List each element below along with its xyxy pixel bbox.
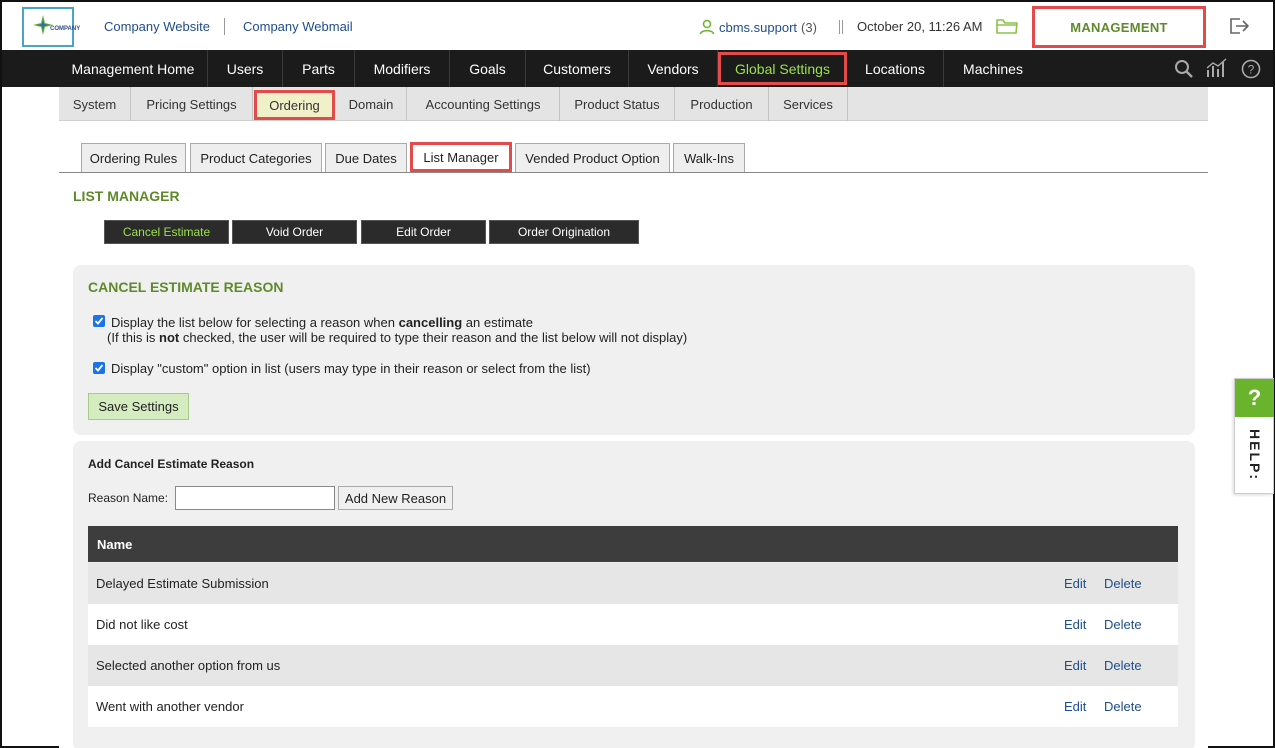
table-header-name: Name	[88, 526, 1178, 562]
nav-parts[interactable]: Parts	[283, 50, 355, 87]
option1-text-end: an estimate	[462, 315, 533, 330]
list-manager-title: LIST MANAGER	[73, 188, 180, 204]
save-settings-button[interactable]: Save Settings	[88, 393, 189, 420]
header-divider	[839, 20, 843, 34]
delete-link[interactable]: Delete	[1104, 658, 1142, 673]
tab-product-categories[interactable]: Product Categories	[190, 143, 322, 172]
nav-users[interactable]: Users	[208, 50, 283, 87]
main-navigation: Management Home Users Parts Modifiers Go…	[2, 50, 1273, 87]
nav-management-home[interactable]: Management Home	[59, 50, 208, 87]
add-reason-title: Add Cancel Estimate Reason	[88, 457, 255, 471]
main-content: Ordering Rules Product Categories Due Da…	[59, 121, 1208, 748]
subnav-production[interactable]: Production	[675, 87, 769, 121]
nav-locations[interactable]: Locations	[847, 50, 944, 87]
logout-icon[interactable]	[1228, 16, 1250, 36]
checkmark-icon	[94, 317, 104, 325]
company-website-link[interactable]: Company Website	[104, 19, 210, 34]
management-button[interactable]: MANAGEMENT	[1032, 6, 1206, 48]
subnav-accounting-settings[interactable]: Accounting Settings	[407, 87, 560, 121]
subnav-system[interactable]: System	[59, 87, 131, 121]
custom-option-label: Display "custom" option in list (users m…	[111, 361, 591, 376]
folder-icon[interactable]	[996, 17, 1018, 35]
add-reason-panel: Add Cancel Estimate Reason Reason Name: …	[73, 441, 1195, 748]
user-icon	[699, 19, 715, 35]
help-question-icon: ?	[1235, 379, 1274, 417]
checkmark-icon	[94, 364, 104, 372]
help-label: HELP:	[1247, 429, 1263, 481]
logo-star-icon	[33, 15, 53, 35]
reason-name: Went with another vendor	[96, 699, 244, 714]
edit-link[interactable]: Edit	[1064, 617, 1086, 632]
note-text: (If this is	[107, 330, 160, 345]
user-count: (3)	[801, 19, 817, 35]
cancel-estimate-reason-panel: CANCEL ESTIMATE REASON Display the list …	[73, 265, 1195, 435]
tab-due-dates[interactable]: Due Dates	[325, 143, 407, 172]
nav-customers[interactable]: Customers	[526, 50, 629, 87]
sub-navigation: System Pricing Settings Ordering Domain …	[59, 87, 1208, 121]
edit-order-button[interactable]: Edit Order	[361, 220, 486, 244]
logo-text: COMPANY	[50, 26, 81, 32]
subnav-pricing-settings[interactable]: Pricing Settings	[131, 87, 253, 121]
datetime: October 20, 11:26 AM	[857, 19, 983, 34]
username: cbms.support	[719, 19, 798, 35]
search-icon[interactable]	[1174, 59, 1194, 79]
delete-link[interactable]: Delete	[1104, 617, 1142, 632]
nav-goals[interactable]: Goals	[450, 50, 526, 87]
edit-link[interactable]: Edit	[1064, 699, 1086, 714]
subnav-services[interactable]: Services	[769, 87, 848, 121]
reason-name: Delayed Estimate Submission	[96, 576, 269, 591]
table-row: Selected another option from us Edit Del…	[88, 645, 1178, 686]
void-order-button[interactable]: Void Order	[232, 220, 357, 244]
delete-link[interactable]: Delete	[1104, 576, 1142, 591]
company-webmail-link[interactable]: Company Webmail	[243, 19, 353, 34]
note-text-end: checked, the user will be required to ty…	[179, 330, 688, 345]
reason-name: Selected another option from us	[96, 658, 281, 673]
svg-text:?: ?	[1248, 63, 1255, 77]
top-header: COMPANY Company Website Company Webmail …	[2, 2, 1273, 50]
analytics-icon[interactable]	[1206, 58, 1228, 78]
display-list-note: (If this is not checked, the user will b…	[107, 330, 687, 345]
tab-walk-ins[interactable]: Walk-Ins	[673, 143, 745, 172]
order-origination-button[interactable]: Order Origination	[489, 220, 639, 244]
company-logo[interactable]: COMPANY	[22, 7, 80, 47]
tab-vended-product-option[interactable]: Vended Product Option	[515, 143, 670, 172]
panel-title: CANCEL ESTIMATE REASON	[88, 279, 284, 295]
option1-bold: cancelling	[398, 315, 463, 330]
subnav-ordering[interactable]: Ordering	[254, 90, 335, 120]
display-list-checkbox[interactable]	[93, 315, 105, 327]
option1-text: Display the list below for selecting a r…	[111, 315, 399, 330]
subnav-domain[interactable]: Domain	[336, 87, 407, 121]
ordering-tabs: Ordering Rules Product Categories Due Da…	[59, 142, 1208, 173]
reason-name: Did not like cost	[96, 617, 188, 632]
display-list-label: Display the list below for selecting a r…	[111, 315, 533, 330]
subnav-product-status[interactable]: Product Status	[560, 87, 675, 121]
nav-modifiers[interactable]: Modifiers	[355, 50, 450, 87]
nav-global-settings[interactable]: Global Settings	[718, 52, 847, 85]
tab-ordering-rules[interactable]: Ordering Rules	[81, 143, 186, 172]
user-account[interactable]: cbms.support (3)	[699, 19, 817, 35]
delete-link[interactable]: Delete	[1104, 699, 1142, 714]
cancel-estimate-button[interactable]: Cancel Estimate	[104, 220, 229, 244]
note-bold: not	[159, 330, 180, 345]
custom-option-checkbox[interactable]	[93, 362, 105, 374]
edit-link[interactable]: Edit	[1064, 658, 1086, 673]
table-row: Did not like cost Edit Delete	[88, 604, 1178, 645]
nav-machines[interactable]: Machines	[944, 50, 1042, 87]
table-row: Went with another vendor Edit Delete	[88, 686, 1178, 727]
reason-name-input[interactable]	[175, 486, 335, 510]
help-tab[interactable]: ? HELP:	[1234, 378, 1274, 494]
help-circle-icon[interactable]: ?	[1241, 59, 1261, 79]
edit-link[interactable]: Edit	[1064, 576, 1086, 591]
table-row: Delayed Estimate Submission Edit Delete	[88, 563, 1178, 604]
add-new-reason-button[interactable]: Add New Reason	[338, 486, 453, 510]
nav-vendors[interactable]: Vendors	[629, 50, 718, 87]
reason-name-label: Reason Name:	[88, 491, 169, 505]
tab-list-manager[interactable]: List Manager	[410, 142, 512, 172]
header-divider	[224, 18, 225, 35]
